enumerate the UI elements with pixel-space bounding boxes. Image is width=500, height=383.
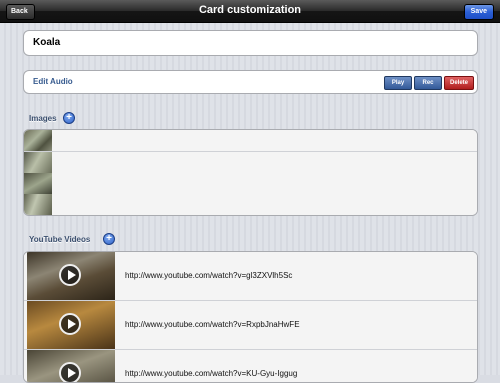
image-thumbnail bbox=[24, 173, 52, 194]
add-image-icon[interactable]: + bbox=[63, 112, 75, 124]
image-thumbnail bbox=[24, 152, 52, 173]
audio-section: Edit Audio Play Rec Delete bbox=[23, 70, 478, 94]
videos-section-title: YouTube Videos bbox=[29, 235, 91, 244]
edit-audio-label[interactable]: Edit Audio bbox=[33, 77, 73, 86]
play-icon[interactable] bbox=[59, 264, 81, 286]
video-row[interactable]: http://www.youtube.com/watch?v=KU-Gyu-Ig… bbox=[24, 350, 477, 382]
play-icon[interactable] bbox=[59, 362, 81, 382]
images-list bbox=[23, 129, 478, 216]
video-thumbnail bbox=[27, 301, 115, 349]
navigation-bar: Back Card customization Save bbox=[0, 0, 500, 23]
video-thumbnail bbox=[27, 350, 115, 382]
page-title: Card customization bbox=[198, 4, 302, 16]
images-section-title: Images bbox=[29, 114, 57, 123]
video-row[interactable]: http://www.youtube.com/watch?v=RxpbJnaHw… bbox=[24, 301, 477, 350]
play-button[interactable]: Play bbox=[384, 76, 412, 90]
save-button[interactable]: Save bbox=[463, 4, 494, 20]
card-name-field[interactable]: Koala bbox=[23, 30, 478, 56]
add-video-icon[interactable]: + bbox=[103, 233, 115, 245]
videos-list: http://www.youtube.com/watch?v=gl3ZXVlh5… bbox=[23, 251, 478, 383]
video-thumbnail bbox=[27, 252, 115, 300]
video-url: http://www.youtube.com/watch?v=KU-Gyu-Ig… bbox=[125, 369, 298, 378]
image-row[interactable] bbox=[24, 173, 477, 195]
image-thumbnail bbox=[24, 130, 52, 151]
card-name-value: Koala bbox=[33, 37, 61, 48]
image-thumbnail bbox=[24, 194, 52, 215]
video-url: http://www.youtube.com/watch?v=RxpbJnaHw… bbox=[125, 320, 300, 329]
image-row[interactable] bbox=[24, 194, 477, 215]
image-row[interactable] bbox=[24, 152, 477, 174]
video-url: http://www.youtube.com/watch?v=gl3ZXVlh5… bbox=[125, 271, 293, 280]
play-icon[interactable] bbox=[59, 313, 81, 335]
rec-button[interactable]: Rec bbox=[414, 76, 442, 90]
delete-button[interactable]: Delete bbox=[444, 76, 474, 90]
video-row[interactable]: http://www.youtube.com/watch?v=gl3ZXVlh5… bbox=[24, 252, 477, 301]
image-row[interactable] bbox=[24, 130, 477, 152]
